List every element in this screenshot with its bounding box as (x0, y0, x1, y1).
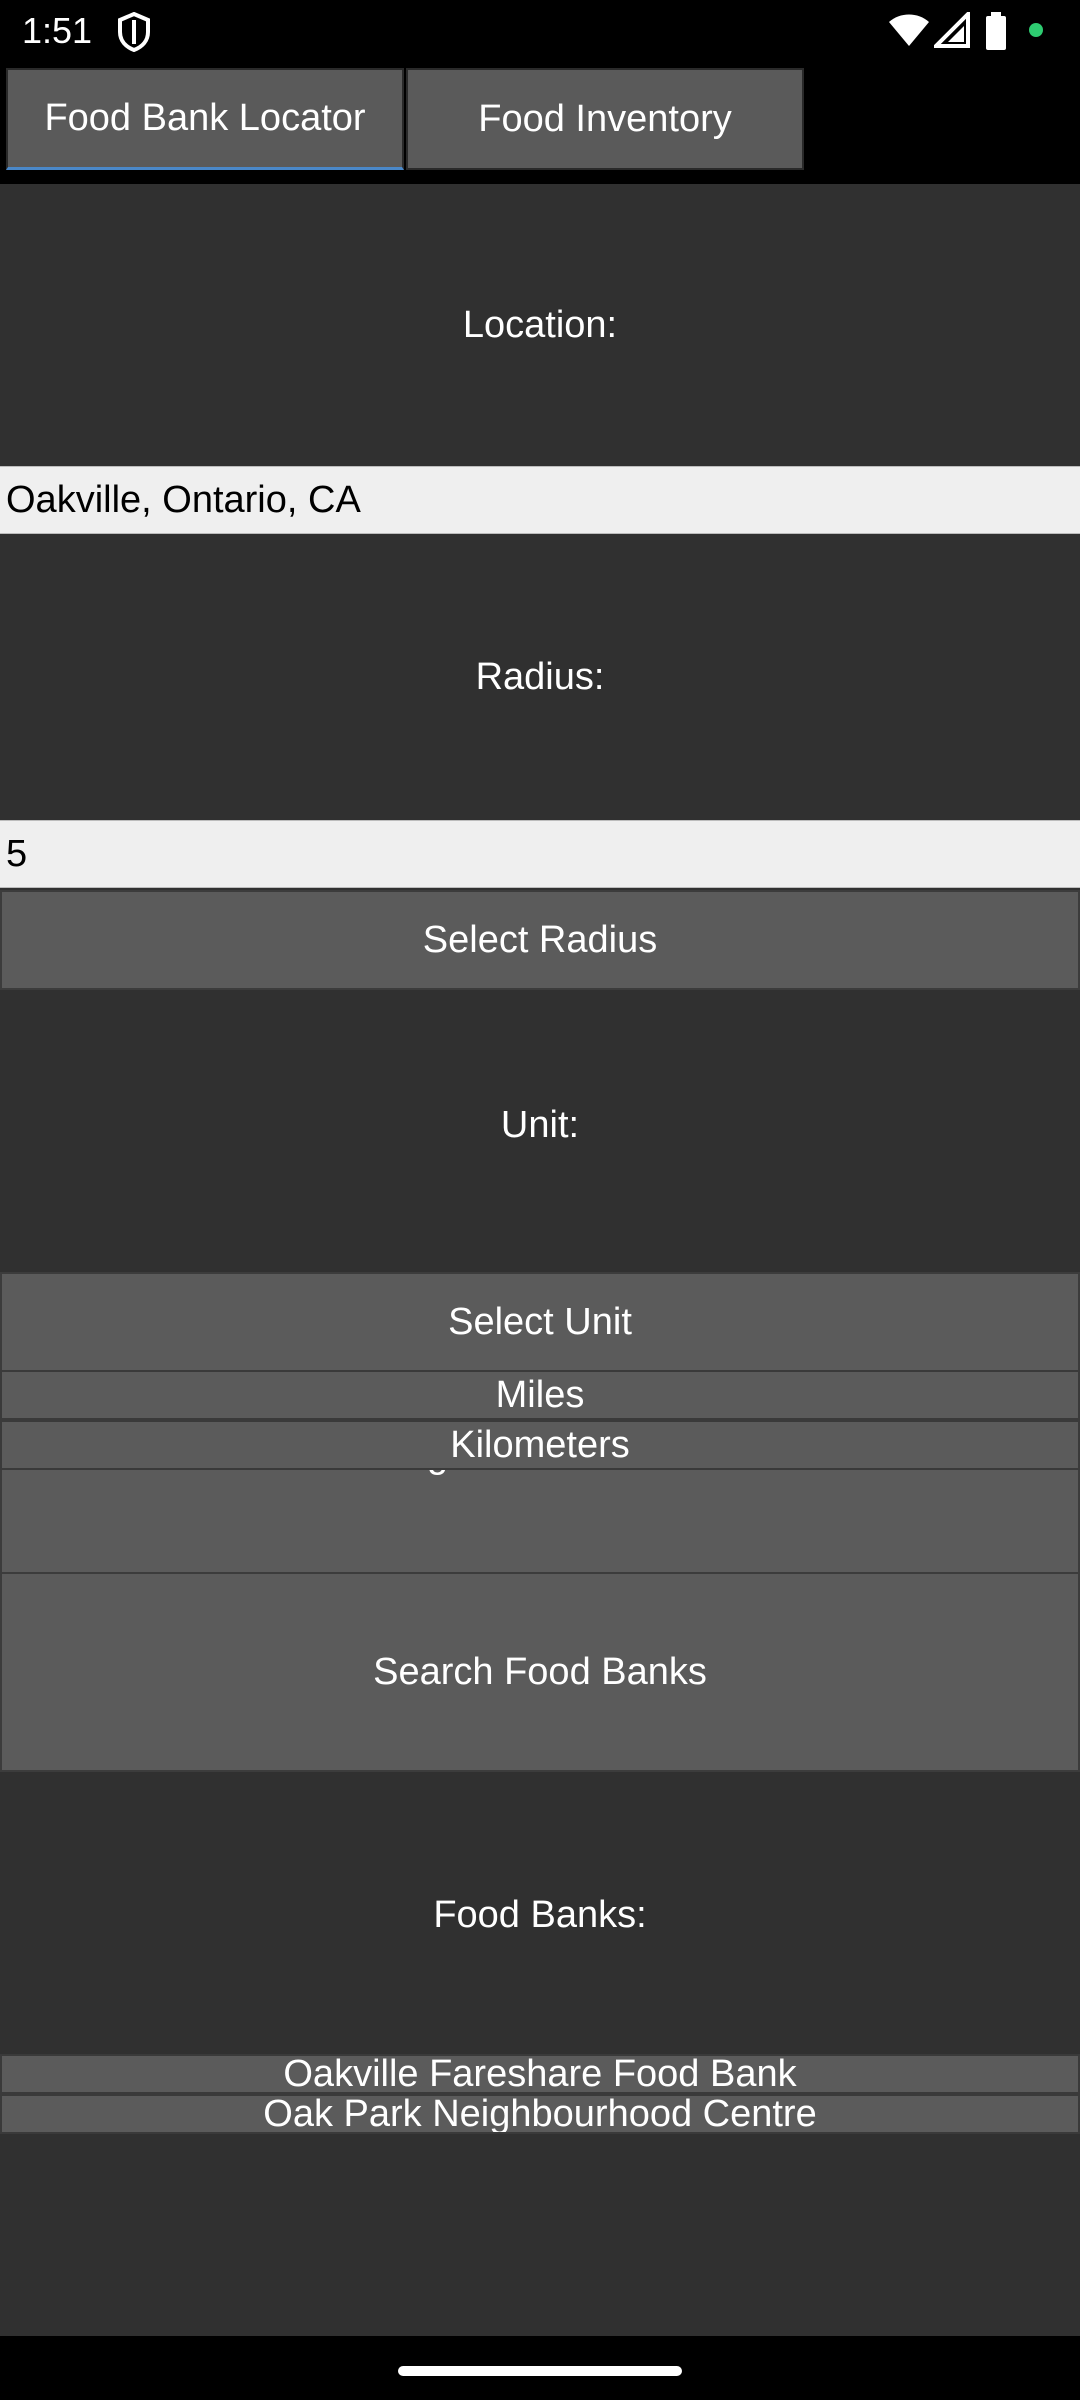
unit-option-kilometers[interactable]: Kilometers (0, 1420, 1080, 1470)
shield-icon (116, 11, 152, 57)
unit-label: Unit: (500, 1104, 580, 1146)
food-banks-label: Food Banks: (433, 1894, 647, 1936)
location-label: Location: (462, 304, 618, 346)
tab-food-bank-locator[interactable]: Food Bank Locator (6, 68, 404, 170)
main-content: Location: Oakville, Ontario, CA Radius: … (0, 184, 1080, 2336)
food-bank-item[interactable]: Oakville Fareshare Food Bank (0, 2054, 1080, 2094)
tab-food-inventory[interactable]: Food Inventory (406, 68, 804, 170)
radius-input[interactable]: 5 (0, 820, 1080, 888)
tab-bar: Food Bank Locator Food Inventory (0, 64, 1080, 184)
wifi-icon (888, 12, 930, 53)
select-unit-button[interactable]: Select Unit (0, 1272, 1080, 1372)
search-food-banks-button[interactable]: Search Food Banks (0, 1572, 1080, 1772)
signal-icon (931, 9, 970, 53)
unit-option-miles[interactable]: Miles (0, 1370, 1080, 1420)
status-bar: 1:51 (0, 0, 1080, 64)
dot-icon (1028, 22, 1044, 43)
location-input[interactable]: Oakville, Ontario, CA (0, 466, 1080, 534)
status-time: 1:51 (22, 10, 93, 51)
battery-icon (984, 12, 1008, 57)
radius-label: Radius: (475, 656, 605, 698)
select-radius-button[interactable]: Select Radius (0, 890, 1080, 990)
food-bank-item[interactable]: Oak Park Neighbourhood Centre (0, 2094, 1080, 2134)
home-handle[interactable] (398, 2366, 682, 2376)
